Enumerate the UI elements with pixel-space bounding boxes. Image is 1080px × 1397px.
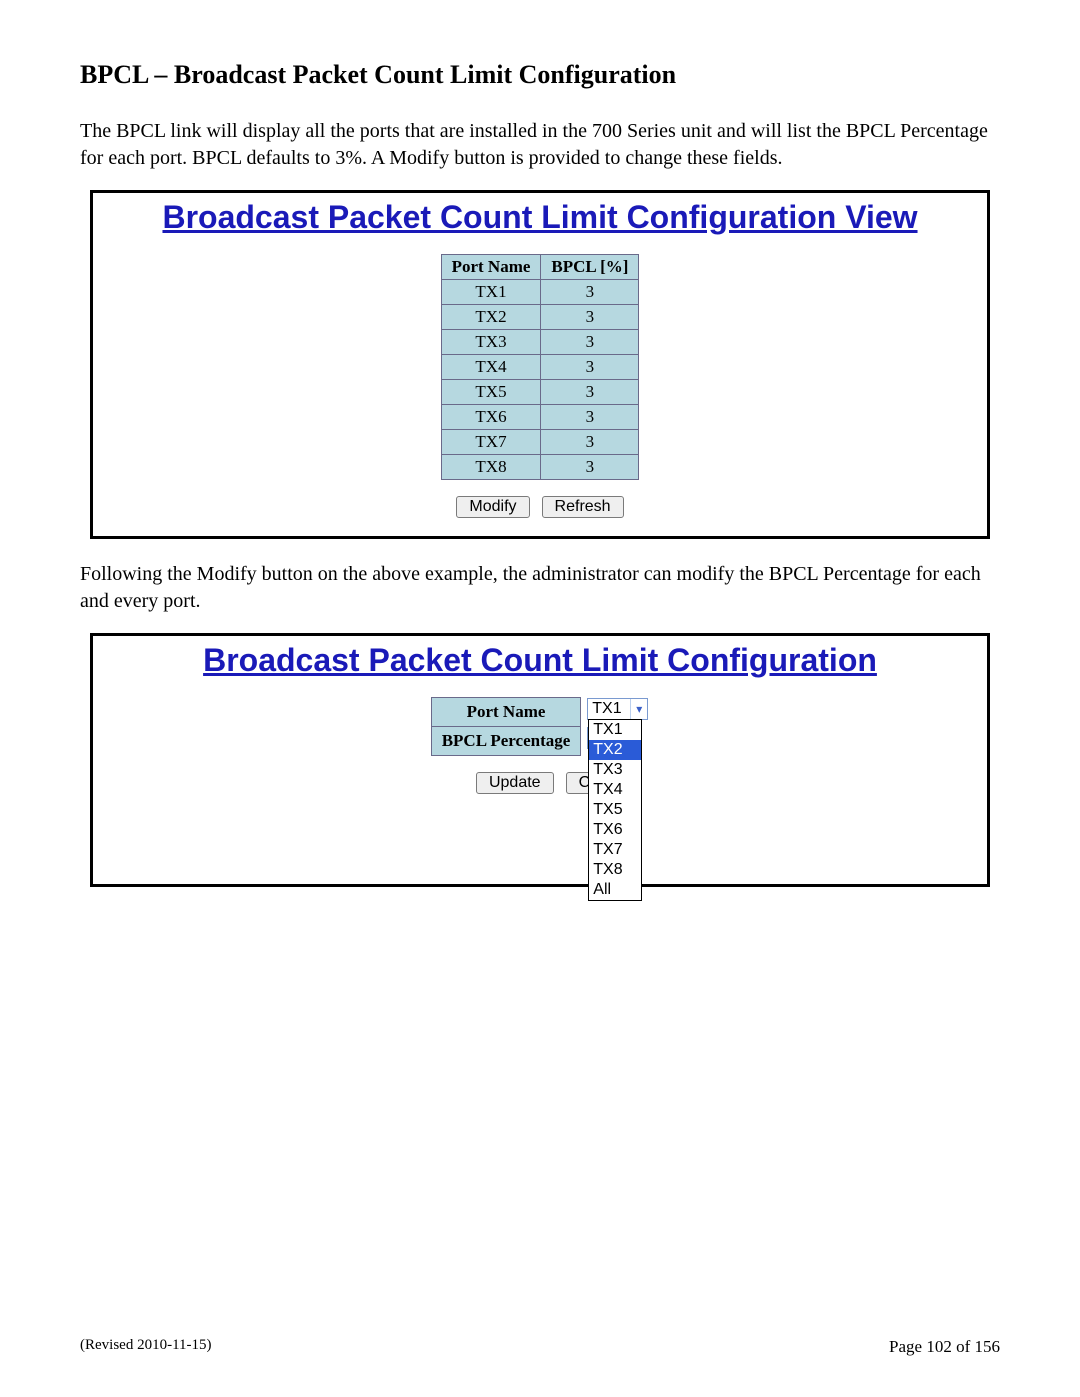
cell-pct: 3 xyxy=(541,355,639,380)
intro-paragraph: The BPCL link will display all the ports… xyxy=(80,118,1000,172)
modify-paragraph: Following the Modify button on the above… xyxy=(80,561,1000,615)
bpcl-modify-panel: Broadcast Packet Count Limit Configurati… xyxy=(90,633,990,887)
cell-pct: 3 xyxy=(541,455,639,480)
col-port-name: Port Name xyxy=(441,255,541,280)
port-option[interactable]: TX8 xyxy=(589,860,641,880)
cell-pct: 3 xyxy=(541,330,639,355)
update-button[interactable]: Update xyxy=(476,772,554,794)
port-dropdown: TX1 TX2 TX3 TX4 TX5 TX6 TX7 TX8 All xyxy=(588,719,642,901)
cell-pct: 3 xyxy=(541,305,639,330)
table-row: TX83 xyxy=(441,455,639,480)
port-option[interactable]: TX6 xyxy=(589,820,641,840)
table-row: TX33 xyxy=(441,330,639,355)
table-row: TX73 xyxy=(441,430,639,455)
cell-port: TX5 xyxy=(441,380,541,405)
col-bpcl-pct: BPCL [%] xyxy=(541,255,639,280)
table-row: TX63 xyxy=(441,405,639,430)
port-option[interactable]: TX2 xyxy=(589,740,641,760)
port-option[interactable]: TX5 xyxy=(589,800,641,820)
label-port-name: Port Name xyxy=(431,698,581,727)
port-option[interactable]: TX7 xyxy=(589,840,641,860)
cell-port: TX6 xyxy=(441,405,541,430)
page-number: Page 102 of 156 xyxy=(889,1337,1000,1357)
bpcl-view-title: Broadcast Packet Count Limit Configurati… xyxy=(101,197,979,244)
table-row: TX43 xyxy=(441,355,639,380)
port-select[interactable]: TX1 ▾ TX1 TX2 TX3 TX4 TX5 TX6 TX7 TX8 xyxy=(587,698,648,720)
port-option[interactable]: TX3 xyxy=(589,760,641,780)
refresh-button[interactable]: Refresh xyxy=(542,496,624,518)
label-bpcl-pct: BPCL Percentage xyxy=(431,727,581,756)
modify-button[interactable]: Modify xyxy=(456,496,529,518)
cell-port: TX4 xyxy=(441,355,541,380)
cell-port: TX1 xyxy=(441,280,541,305)
table-row: TX53 xyxy=(441,380,639,405)
cell-port: TX2 xyxy=(441,305,541,330)
cell-port: TX3 xyxy=(441,330,541,355)
bpcl-view-panel: Broadcast Packet Count Limit Configurati… xyxy=(90,190,990,539)
modify-table: Port Name TX1 ▾ TX1 TX2 TX3 TX4 TX5 T xyxy=(431,697,650,756)
port-select-value: TX1 xyxy=(588,700,630,718)
port-option[interactable]: TX4 xyxy=(589,780,641,800)
cell-pct: 3 xyxy=(541,430,639,455)
cell-port: TX7 xyxy=(441,430,541,455)
bpcl-modify-title: Broadcast Packet Count Limit Configurati… xyxy=(101,640,979,687)
cell-pct: 3 xyxy=(541,380,639,405)
table-row: TX13 xyxy=(441,280,639,305)
chevron-down-icon: ▾ xyxy=(630,699,647,719)
section-heading: BPCL – Broadcast Packet Count Limit Conf… xyxy=(80,60,1000,90)
cell-pct: 3 xyxy=(541,405,639,430)
port-option[interactable]: All xyxy=(589,880,641,900)
bpcl-table: Port Name BPCL [%] TX13 TX23 TX33 TX43 T… xyxy=(441,254,640,480)
page-footer: (Revised 2010-11-15) Page 102 of 156 xyxy=(80,1337,1000,1357)
revised-date: (Revised 2010-11-15) xyxy=(80,1337,212,1357)
cell-port: TX8 xyxy=(441,455,541,480)
table-row: TX23 xyxy=(441,305,639,330)
cell-pct: 3 xyxy=(541,280,639,305)
port-option[interactable]: TX1 xyxy=(589,720,641,740)
